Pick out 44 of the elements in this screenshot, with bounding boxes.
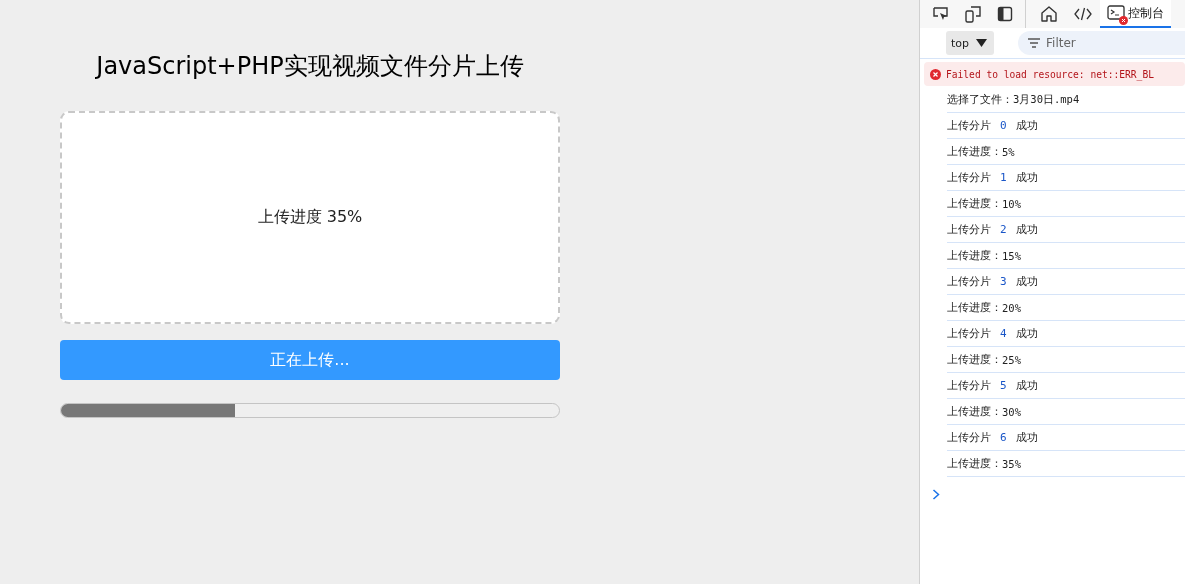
log-status: 成功 xyxy=(1015,430,1038,445)
log-status: 成功 xyxy=(1015,170,1038,185)
console-tab[interactable]: 控制台 xyxy=(1100,0,1171,28)
log-label: 上传进度： xyxy=(947,248,1002,263)
log-label: 上传分片 xyxy=(947,274,991,289)
page-title: JavaScript+PHP实现视频文件分片上传 xyxy=(94,51,525,82)
log-label: 上传进度： xyxy=(947,352,1002,367)
log-label: 上传分片 xyxy=(947,170,991,185)
log-label: 上传进度： xyxy=(947,404,1002,419)
log-number: 5 xyxy=(1000,379,1007,392)
log-number: 2 xyxy=(1000,223,1007,236)
log-number: 0 xyxy=(1000,119,1007,132)
log-value: 15% xyxy=(1002,249,1021,262)
log-label: 上传分片 xyxy=(947,326,991,341)
filter-field[interactable]: Filter xyxy=(1018,31,1185,55)
log-value: 5% xyxy=(1002,145,1015,158)
log-number: 1 xyxy=(1000,171,1007,184)
log-status: 成功 xyxy=(1015,326,1038,341)
log-label: 上传分片 xyxy=(947,378,991,393)
log-value: 30% xyxy=(1002,405,1021,418)
log-label: 上传进度： xyxy=(947,196,1002,211)
log-status: 成功 xyxy=(1015,222,1038,237)
log-label: 上传进度： xyxy=(947,144,1002,159)
log-status: 成功 xyxy=(1015,378,1038,393)
log-label: 上传分片 xyxy=(947,430,991,445)
log-value: 10% xyxy=(1002,197,1021,210)
log-value: 3月30日.mp4 xyxy=(1013,92,1080,107)
upload-drop-zone[interactable]: 上传进度 35% xyxy=(60,111,560,324)
log-label: 选择了文件： xyxy=(947,92,1013,107)
context-dropdown[interactable]: top xyxy=(946,31,995,55)
log-label: 上传进度： xyxy=(947,456,1002,471)
log-number: 6 xyxy=(1000,431,1007,444)
log-label: 上传进度： xyxy=(947,300,1002,315)
log-status: 成功 xyxy=(1015,274,1038,289)
log-status: 成功 xyxy=(1015,118,1038,133)
log-number: 4 xyxy=(1000,327,1007,340)
log-label: 上传分片 xyxy=(947,118,991,133)
upload-progress-text: 上传进度 35% xyxy=(257,207,363,228)
log-value: 20% xyxy=(1002,301,1021,314)
log-number: 3 xyxy=(1000,275,1007,288)
log-label: 上传分片 xyxy=(947,222,991,237)
log-value: 35% xyxy=(1002,457,1021,470)
log-value: 25% xyxy=(1002,353,1021,366)
error-message: Failed to load resource: net::ERR_BL xyxy=(946,68,1154,80)
